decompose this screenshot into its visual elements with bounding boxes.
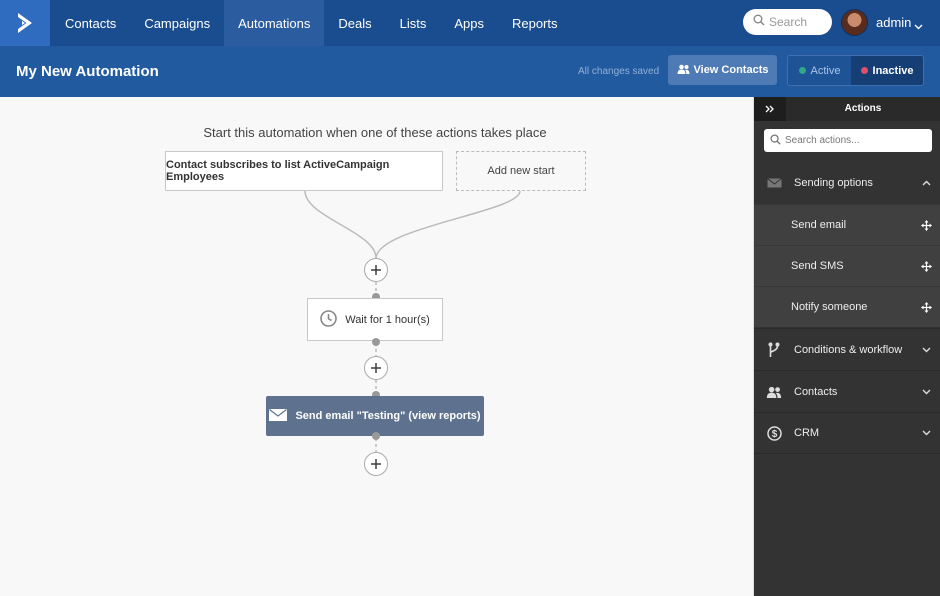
clock-icon <box>320 309 338 330</box>
section-label: Sending options <box>794 177 873 189</box>
add-step-button-2[interactable] <box>364 356 388 380</box>
save-status: All changes saved <box>578 66 660 77</box>
action-send-email[interactable]: Send email <box>754 204 940 245</box>
svg-text:$: $ <box>771 429 777 440</box>
users-icon <box>677 64 690 77</box>
action-label: Send email <box>791 219 847 231</box>
plus-icon <box>371 363 381 373</box>
collapse-sidebar-button[interactable] <box>754 97 786 121</box>
section-label: CRM <box>794 427 820 439</box>
search-icon <box>753 13 765 31</box>
nav-item-reports[interactable]: Reports <box>498 0 572 46</box>
branch-icon <box>754 342 794 358</box>
active-dot <box>798 67 806 74</box>
action-label: Send SMS <box>791 260 844 272</box>
wait-node[interactable]: Wait for 1 hour(s) <box>307 298 443 341</box>
connector-dot <box>372 338 380 346</box>
envelope-icon <box>754 178 794 188</box>
move-icon[interactable] <box>911 219 940 231</box>
action-send-sms[interactable]: Send SMS <box>754 245 940 286</box>
add-step-button-3[interactable] <box>364 452 388 476</box>
action-notify-someone[interactable]: Notify someone <box>754 286 940 327</box>
double-chevron-right-icon <box>765 105 774 113</box>
section-label: Conditions & workflow <box>794 343 903 356</box>
nav-item-campaigns[interactable]: Campaigns <box>130 0 224 46</box>
section-crm[interactable]: $ CRM <box>754 412 940 454</box>
add-start-button[interactable]: Add new start <box>456 151 586 191</box>
dollar-icon: $ <box>754 425 794 441</box>
actions-sidebar: Actions Sending options Send email Send … <box>753 97 940 596</box>
actions-search[interactable] <box>764 129 932 152</box>
automation-header: My New Automation All changes saved View… <box>0 46 940 97</box>
add-step-button-1[interactable] <box>364 258 388 282</box>
nav-item-contacts[interactable]: Contacts <box>50 0 130 46</box>
send-email-label: Send email "Testing" (view reports) <box>295 410 481 422</box>
status-active-option[interactable]: Active <box>788 56 851 85</box>
avatar[interactable] <box>841 9 868 36</box>
search-icon <box>770 132 781 150</box>
nav-item-apps[interactable]: Apps <box>440 0 498 46</box>
section-label: Contacts <box>794 385 838 398</box>
logo-icon[interactable] <box>0 0 50 46</box>
user-name[interactable]: admin <box>876 15 911 30</box>
chevron-down-icon <box>911 347 940 353</box>
sidebar-header: Actions <box>754 97 940 121</box>
send-email-node[interactable]: Send email "Testing" (view reports) <box>266 396 484 436</box>
trigger-node[interactable]: Contact subscribes to list ActiveCampaig… <box>165 151 443 191</box>
nav-item-deals[interactable]: Deals <box>324 0 385 46</box>
plus-icon <box>371 459 381 469</box>
page-title[interactable]: My New Automation <box>16 63 159 80</box>
automation-canvas[interactable]: Start this automation when one of these … <box>0 97 753 596</box>
action-label: Notify someone <box>791 301 868 313</box>
envelope-icon <box>269 408 288 424</box>
section-conditions-workflow[interactable]: Conditions & workflow <box>754 328 940 370</box>
chevron-down-icon <box>911 430 940 436</box>
nav-item-lists[interactable]: Lists <box>386 0 441 46</box>
global-search[interactable] <box>743 9 832 35</box>
chevron-down-icon[interactable] <box>914 17 923 35</box>
move-icon[interactable] <box>911 260 940 272</box>
chevron-down-icon <box>911 389 940 395</box>
wait-label: Wait for 1 hour(s) <box>345 313 430 326</box>
top-nav: Contacts Campaigns Automations Deals Lis… <box>0 0 940 46</box>
connector-dot <box>372 432 380 440</box>
users-icon <box>754 386 794 398</box>
status-inactive-label: Inactive <box>872 64 914 77</box>
view-contacts-button[interactable]: View Contacts <box>668 55 777 85</box>
nav-menu: Contacts Campaigns Automations Deals Lis… <box>50 0 572 46</box>
chevron-up-icon <box>911 180 940 186</box>
status-inactive-option[interactable]: Inactive <box>851 56 923 85</box>
sidebar-title: Actions <box>844 103 882 114</box>
nav-item-automations[interactable]: Automations <box>224 0 325 46</box>
status-active-label: Active <box>810 64 841 77</box>
actions-search-input[interactable] <box>785 135 925 146</box>
section-sending-options[interactable]: Sending options <box>754 162 940 204</box>
section-contacts[interactable]: Contacts <box>754 370 940 412</box>
view-contacts-label: View Contacts <box>693 64 769 76</box>
status-toggle: Active Inactive <box>787 55 924 86</box>
move-icon[interactable] <box>911 301 940 313</box>
plus-icon <box>371 265 381 275</box>
start-prompt: Start this automation when one of these … <box>203 125 547 140</box>
global-search-input[interactable] <box>769 15 829 29</box>
inactive-dot <box>860 67 868 74</box>
